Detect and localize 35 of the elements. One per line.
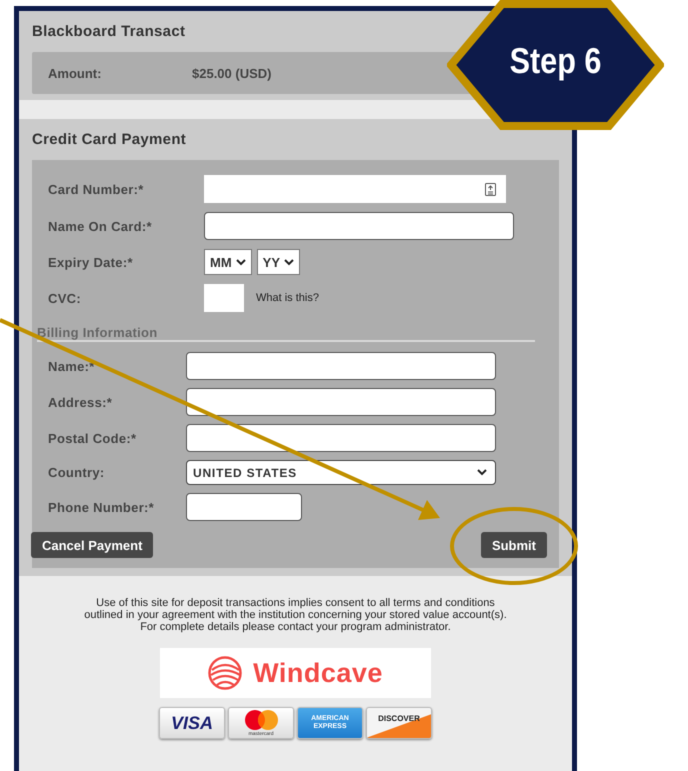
name-on-card-field[interactable]: [204, 212, 514, 240]
expiry-select[interactable]: YY: [256, 249, 300, 275]
visa-card-logo: VISA: [159, 707, 225, 739]
field-label: Expiry Date:*: [47, 254, 134, 270]
text-field[interactable]: [186, 352, 496, 380]
field-label: Postal Code:*: [47, 430, 138, 446]
phone-field[interactable]: [186, 493, 302, 521]
text-field[interactable]: [186, 424, 496, 452]
cancel-button[interactable]: Cancel Payment: [31, 532, 154, 558]
field-label: CVC:: [47, 290, 82, 306]
panel-title: Credit Card Payment: [32, 130, 188, 150]
field-label: Name:*: [47, 358, 96, 374]
caret-icon: [284, 258, 294, 266]
field-label: Address:*: [47, 394, 114, 410]
discover-card-logo: DISCOVER: [366, 707, 432, 739]
field-label: Country:: [47, 465, 106, 480]
amount-label: Amount:: [48, 66, 102, 80]
card-number-field[interactable]: [204, 175, 506, 203]
country-select[interactable]: UNITED STATES: [186, 460, 496, 485]
notice-text: Use of this site for deposit transactions implies consent to all terms and conditions outlined in your agreement with the institution concerning your stored value account(s). For complete details please contact your program administrator.: [83, 597, 508, 633]
expiry-select[interactable]: MM: [204, 249, 252, 275]
amount-value: $25.00 (USD): [192, 66, 272, 80]
step-badge: Step 6: [447, 0, 664, 130]
caret-icon: [236, 258, 246, 266]
windcave-logo: Windcave: [160, 648, 431, 698]
submit-button[interactable]: Submit: [480, 532, 547, 558]
cvc-field[interactable]: [204, 284, 244, 312]
help-link[interactable]: What is this?: [256, 292, 319, 304]
field-label: Name On Card:*: [47, 218, 153, 234]
field-label: Phone Number:*: [47, 500, 156, 514]
panel-title: Blackboard Transact: [32, 22, 186, 42]
section-heading: Billing Information: [37, 325, 535, 342]
caret-icon: [477, 469, 487, 476]
text-field[interactable]: [186, 388, 496, 416]
field-label: Card Number:*: [47, 182, 145, 196]
